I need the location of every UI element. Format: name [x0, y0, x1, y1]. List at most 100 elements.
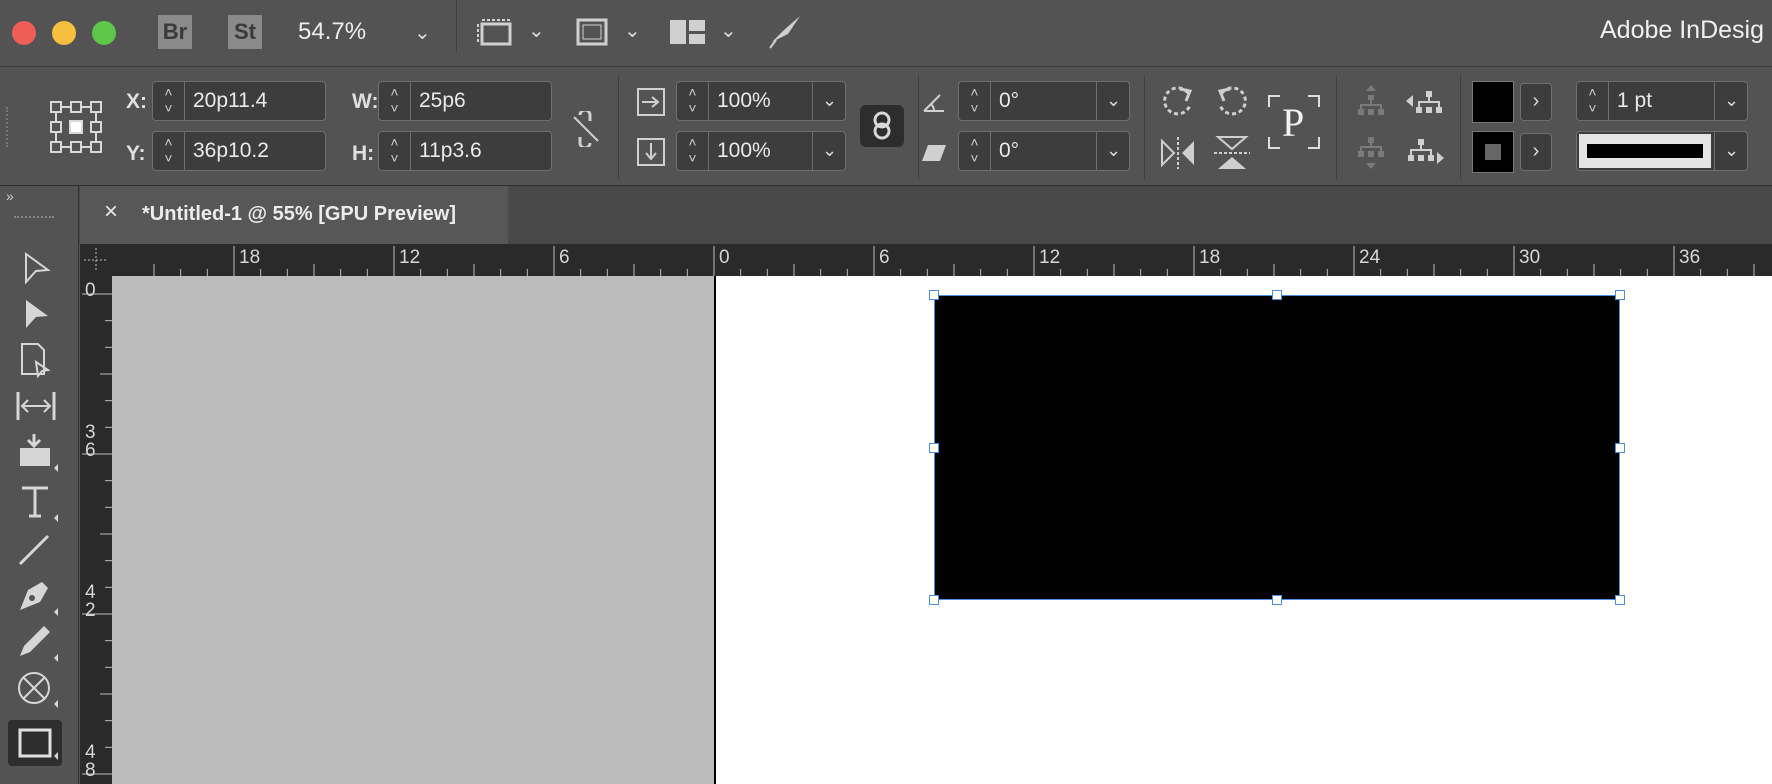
- rotation-value[interactable]: 0°: [991, 82, 1019, 120]
- selection-tool-icon[interactable]: [14, 248, 58, 288]
- stroke-weight-value[interactable]: 1 pt: [1609, 82, 1652, 120]
- resize-handle[interactable]: [929, 595, 939, 605]
- panel-grip[interactable]: [6, 107, 12, 147]
- scale-y-stepper[interactable]: ˄ ˅: [677, 131, 709, 171]
- x-field[interactable]: ˄ ˅ 20p11.4: [152, 81, 326, 121]
- arrange-documents-icon[interactable]: [668, 16, 708, 48]
- x-value[interactable]: 20p11.4: [185, 82, 267, 120]
- rectangle-frame-tool-icon[interactable]: [14, 668, 58, 708]
- view-options-chevron-icon[interactable]: ⌄: [528, 18, 545, 43]
- shear-field[interactable]: ˄ ˅ 0° ⌄: [958, 131, 1130, 171]
- width-value[interactable]: 25p6: [411, 82, 466, 120]
- stroke-weight-field[interactable]: ˄ ˅ 1 pt ⌄: [1576, 81, 1748, 121]
- gap-tool-icon[interactable]: [14, 386, 58, 426]
- horizontal-ruler[interactable]: 18 12 6 0 6 12 18 24 30 36: [80, 244, 1772, 276]
- zoom-level[interactable]: 54.7%: [298, 18, 366, 46]
- close-window-button[interactable]: [12, 21, 36, 45]
- page-tool-icon[interactable]: [14, 340, 58, 380]
- x-stepper[interactable]: ˄ ˅: [153, 81, 185, 121]
- scale-x-field[interactable]: ˄ ˅ 100% ⌄: [676, 81, 846, 121]
- fill-menu-chevron-icon[interactable]: ›: [1520, 83, 1552, 121]
- ruler-origin[interactable]: [80, 244, 112, 276]
- resize-handle[interactable]: [929, 290, 939, 300]
- stroke-weight-dropdown-icon[interactable]: ⌄: [1714, 81, 1748, 121]
- flip-vertical-icon[interactable]: [1212, 133, 1252, 173]
- stroke-weight-stepper[interactable]: ˄ ˅: [1577, 81, 1609, 121]
- width-stepper[interactable]: ˄ ˅: [379, 81, 411, 121]
- rotate-counterclockwise-icon[interactable]: [1212, 81, 1252, 121]
- screen-mode-icon[interactable]: [574, 16, 610, 48]
- arrange-documents-chevron-icon[interactable]: ⌄: [720, 18, 737, 43]
- close-tab-icon[interactable]: ×: [104, 198, 118, 226]
- scale-y-value[interactable]: 100%: [709, 132, 771, 170]
- ruler-label: 6: [559, 247, 570, 268]
- scale-x-stepper[interactable]: ˄ ˅: [677, 81, 709, 121]
- constrain-scale-button[interactable]: [860, 105, 904, 147]
- fill-swatch[interactable]: [1472, 81, 1514, 123]
- document-tab[interactable]: × *Untitled-1 @ 55% [GPU Preview]: [80, 186, 508, 244]
- collapse-panel-icon[interactable]: »: [6, 188, 14, 204]
- stroke-menu-chevron-icon[interactable]: ›: [1520, 133, 1552, 171]
- scale-x-dropdown-icon[interactable]: ⌄: [812, 81, 846, 121]
- rotation-stepper[interactable]: ˄ ˅: [959, 81, 991, 121]
- pencil-tool-icon[interactable]: [14, 622, 58, 662]
- resize-handle[interactable]: [929, 442, 939, 453]
- corner-mark: [1308, 137, 1320, 149]
- view-options-icon[interactable]: [476, 16, 516, 48]
- rotation-indicator[interactable]: P: [1268, 95, 1320, 149]
- pasteboard[interactable]: [112, 276, 714, 784]
- scale-y-field[interactable]: ˄ ˅ 100% ⌄: [676, 131, 846, 171]
- direct-selection-tool-icon[interactable]: [14, 294, 58, 334]
- resize-handle[interactable]: [1615, 595, 1625, 605]
- height-field[interactable]: ˄ ˅ 11p3.6: [378, 131, 552, 171]
- rotate-clockwise-icon[interactable]: [1158, 81, 1198, 121]
- application-bar: Br St 54.7% ⌄ ⌄ ⌄ ⌄ Adobe InDesig: [0, 0, 1772, 67]
- content-collector-tool-icon[interactable]: [14, 432, 58, 472]
- bridge-button[interactable]: Br: [158, 15, 192, 49]
- select-container-icon[interactable]: [1354, 83, 1388, 119]
- width-field[interactable]: ˄ ˅ 25p6: [378, 81, 552, 121]
- height-value[interactable]: 11p3.6: [411, 132, 482, 170]
- publish-online-icon[interactable]: [766, 12, 806, 50]
- shear-dropdown-icon[interactable]: ⌄: [1096, 131, 1130, 171]
- resize-handle[interactable]: [1272, 290, 1282, 300]
- zoom-window-button[interactable]: [92, 21, 116, 45]
- rotation-dropdown-icon[interactable]: ⌄: [1096, 81, 1130, 121]
- pen-tool-icon[interactable]: [14, 576, 58, 616]
- reference-point-icon[interactable]: [48, 99, 104, 155]
- y-label: Y:: [126, 142, 146, 165]
- zoom-dropdown-chevron-icon[interactable]: ⌄: [414, 20, 431, 45]
- height-stepper[interactable]: ˄ ˅: [379, 131, 411, 171]
- vertical-ruler[interactable]: 0 3 6 4 2 4 8: [80, 276, 112, 784]
- resize-handle[interactable]: [1272, 595, 1282, 605]
- panel-grip[interactable]: [14, 216, 54, 222]
- scale-y-dropdown-icon[interactable]: ⌄: [812, 131, 846, 171]
- stroke-type-dropdown-icon[interactable]: ⌄: [1714, 131, 1748, 171]
- ruler-label: 36: [1679, 247, 1701, 268]
- y-stepper[interactable]: ˄ ˅: [153, 131, 185, 171]
- y-value[interactable]: 36p10.2: [185, 132, 269, 170]
- flip-horizontal-icon[interactable]: [1158, 135, 1198, 171]
- corner-mark: [1268, 137, 1280, 149]
- minimize-window-button[interactable]: [52, 21, 76, 45]
- select-content-icon[interactable]: [1354, 133, 1388, 173]
- stock-button[interactable]: St: [228, 15, 262, 49]
- selected-rectangle-frame[interactable]: [934, 295, 1620, 600]
- stroke-type-select[interactable]: ⌄: [1576, 131, 1748, 171]
- scale-x-value[interactable]: 100%: [709, 82, 771, 120]
- stroke-swatch[interactable]: [1472, 131, 1514, 173]
- y-field[interactable]: ˄ ˅ 36p10.2: [152, 131, 326, 171]
- constrain-proportions-unlinked-icon[interactable]: [570, 111, 602, 147]
- type-tool-icon[interactable]: [14, 482, 58, 522]
- select-previous-object-icon[interactable]: [1404, 83, 1444, 119]
- screen-mode-chevron-icon[interactable]: ⌄: [624, 18, 641, 43]
- resize-handle[interactable]: [1615, 290, 1625, 300]
- rotation-field[interactable]: ˄ ˅ 0° ⌄: [958, 81, 1130, 121]
- line-tool-icon[interactable]: [14, 530, 58, 570]
- shear-value[interactable]: 0°: [991, 132, 1019, 170]
- rectangle-tool-button[interactable]: [8, 720, 62, 766]
- shear-stepper[interactable]: ˄ ˅: [959, 131, 991, 171]
- select-next-object-icon[interactable]: [1404, 133, 1446, 173]
- resize-handle[interactable]: [1615, 442, 1625, 453]
- h-label: H:: [352, 142, 375, 165]
